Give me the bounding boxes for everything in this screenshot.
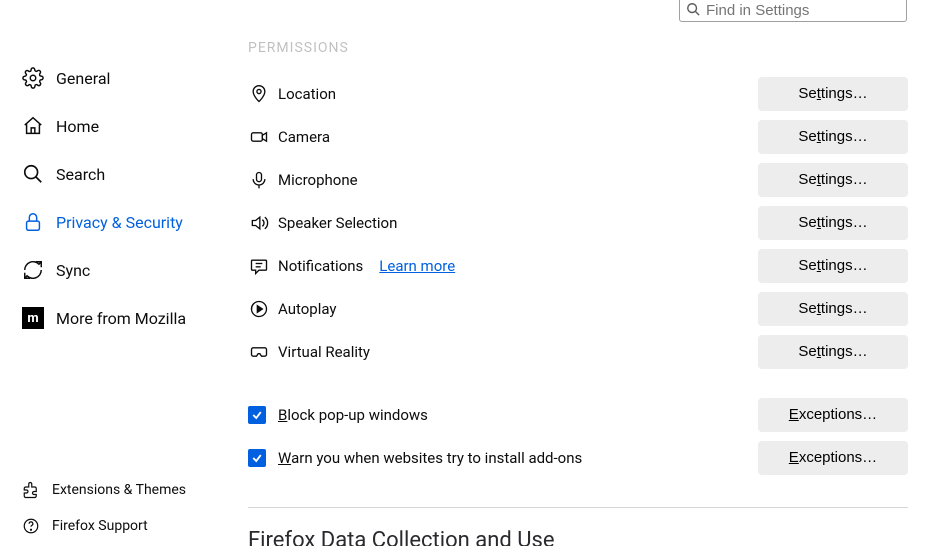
home-icon [22, 115, 44, 137]
data-collection-heading: Firefox Data Collection and Use [248, 528, 908, 546]
permission-label: Microphone [278, 171, 358, 189]
bottom-link-label: Firefox Support [52, 518, 148, 534]
permission-notifications: Notifications Learn more Settings… [248, 244, 908, 287]
speaker-settings-button[interactable]: Settings… [758, 206, 908, 240]
settings-search-input[interactable] [706, 2, 900, 19]
warn-addons-row: Warn you when websites try to install ad… [248, 436, 908, 479]
notifications-settings-button[interactable]: Settings… [758, 249, 908, 283]
speaker-icon [248, 212, 270, 234]
sidebar-item-sync[interactable]: Sync [22, 246, 222, 294]
permission-label: Autoplay [278, 300, 337, 318]
location-settings-button[interactable]: Settings… [758, 77, 908, 111]
lock-icon [22, 211, 44, 233]
permission-label: Notifications [278, 257, 363, 275]
sidebar-item-label: Search [56, 165, 105, 184]
autoplay-settings-button[interactable]: Settings… [758, 292, 908, 326]
sidebar-item-label: More from Mozilla [56, 309, 186, 328]
vr-settings-button[interactable]: Settings… [758, 335, 908, 369]
permission-location: Location Settings… [248, 72, 908, 115]
sidebar-item-label: Home [56, 117, 99, 136]
vr-icon [248, 341, 270, 363]
search-icon [22, 163, 44, 185]
sidebar-item-privacy-security[interactable]: Privacy & Security [22, 198, 222, 246]
settings-sidebar: General Home Search Privacy & Security [22, 54, 222, 342]
permission-label: Camera [278, 128, 330, 146]
permission-camera: Camera Settings… [248, 115, 908, 158]
mozilla-icon: m [22, 307, 44, 329]
autoplay-icon [248, 298, 270, 320]
permission-vr: Virtual Reality Settings… [248, 330, 908, 373]
permission-autoplay: Autoplay Settings… [248, 287, 908, 330]
warn-addons-label: Warn you when websites try to install ad… [278, 449, 582, 467]
settings-search[interactable] [679, 0, 907, 22]
sidebar-item-search[interactable]: Search [22, 150, 222, 198]
notifications-learn-more-link[interactable]: Learn more [379, 257, 455, 275]
sidebar-item-label: Privacy & Security [56, 213, 183, 232]
firefox-support-link[interactable]: Firefox Support [22, 508, 242, 544]
block-popups-label: Block pop-up windows [278, 406, 428, 424]
sidebar-item-home[interactable]: Home [22, 102, 222, 150]
search-icon [686, 2, 700, 20]
camera-settings-button[interactable]: Settings… [758, 120, 908, 154]
microphone-settings-button[interactable]: Settings… [758, 163, 908, 197]
gear-icon [22, 67, 44, 89]
camera-icon [248, 126, 270, 148]
warn-addons-checkbox[interactable] [248, 449, 266, 467]
block-popups-row: Block pop-up windows Exceptions… [248, 393, 908, 436]
help-icon [22, 517, 40, 535]
permission-speaker: Speaker Selection Settings… [248, 201, 908, 244]
sync-icon [22, 259, 44, 281]
location-icon [248, 83, 270, 105]
permissions-heading: PERMISSIONS [248, 40, 908, 60]
sidebar-item-label: General [56, 69, 110, 88]
notification-icon [248, 255, 270, 277]
microphone-icon [248, 169, 270, 191]
extensions-themes-link[interactable]: Extensions & Themes [22, 472, 242, 508]
puzzle-icon [22, 481, 40, 499]
sidebar-item-general[interactable]: General [22, 54, 222, 102]
permission-label: Speaker Selection [278, 214, 397, 232]
block-popups-checkbox[interactable] [248, 406, 266, 424]
sidebar-bottom: Extensions & Themes Firefox Support [22, 472, 242, 544]
permission-label: Location [278, 85, 336, 103]
section-divider [248, 507, 908, 508]
sidebar-item-more-mozilla[interactable]: m More from Mozilla [22, 294, 222, 342]
permission-microphone: Microphone Settings… [248, 158, 908, 201]
permission-label: Virtual Reality [278, 343, 370, 361]
sidebar-item-label: Sync [56, 261, 90, 280]
settings-main: PERMISSIONS Location Settings… Camera Se… [248, 40, 908, 546]
popups-exceptions-button[interactable]: Exceptions… [758, 398, 908, 432]
addons-exceptions-button[interactable]: Exceptions… [758, 441, 908, 475]
bottom-link-label: Extensions & Themes [52, 482, 186, 498]
